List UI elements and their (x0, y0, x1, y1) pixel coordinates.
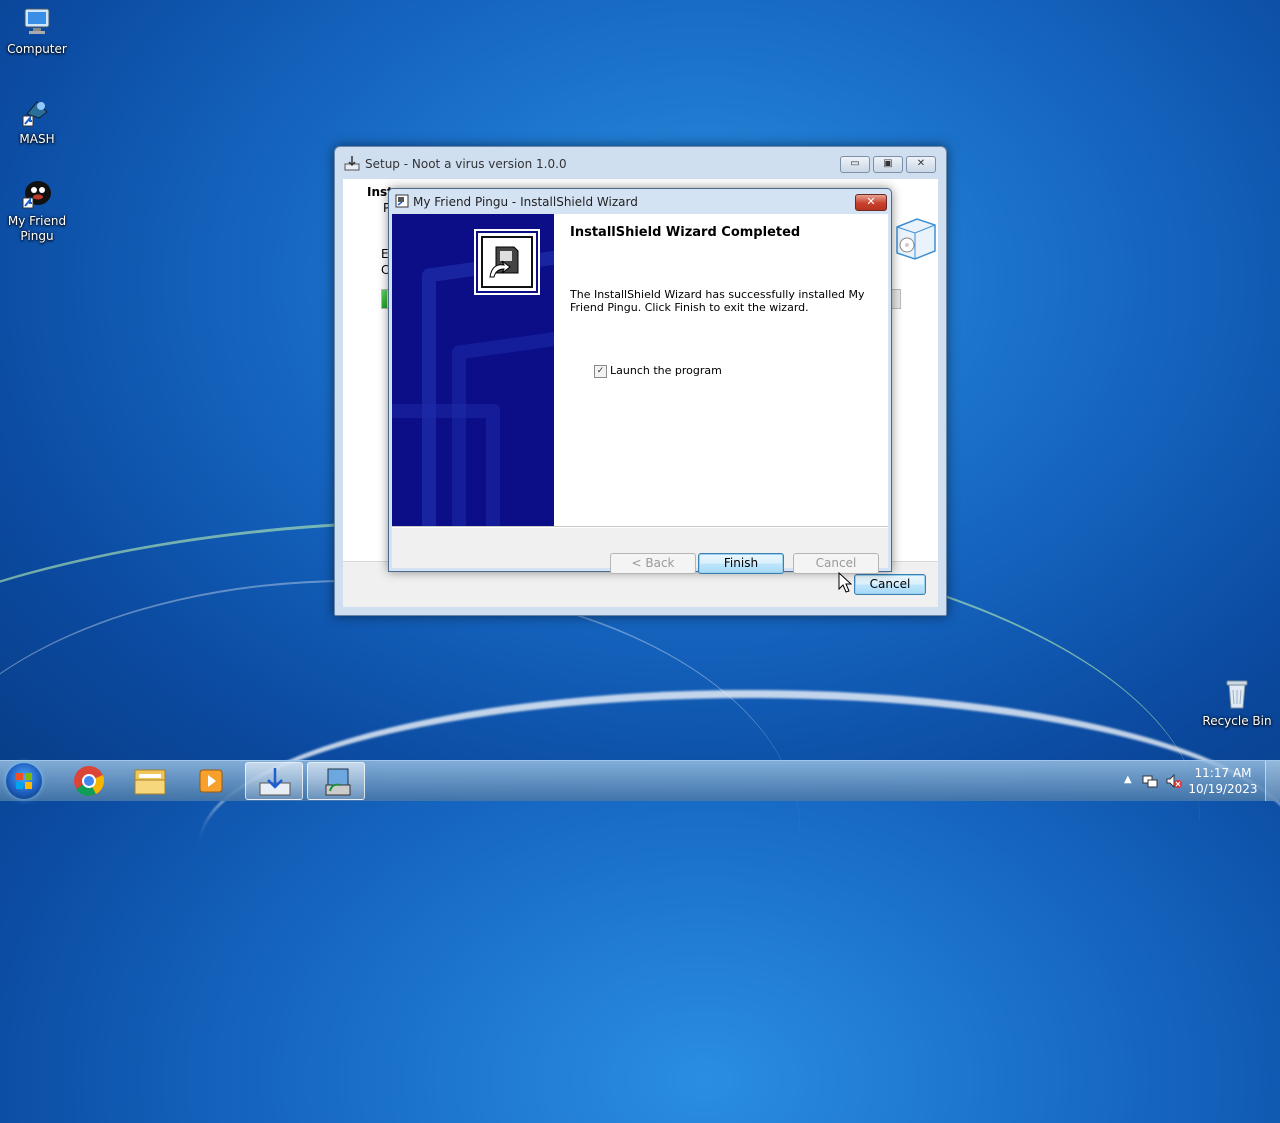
wizard-content: InstallShield Wizard Completed The Insta… (392, 214, 888, 574)
setup-box-icon (891, 213, 939, 261)
installshield-logo (476, 231, 538, 293)
setup-app-icon (344, 155, 360, 171)
desktop-icon-my-friend-pingu[interactable]: My Friend Pingu (0, 178, 74, 244)
volume-muted-icon[interactable] (1166, 773, 1182, 789)
windows-logo-icon (16, 773, 32, 789)
close-icon: ✕ (866, 195, 876, 208)
installshield-wizard-window[interactable]: My Friend Pingu - InstallShield Wizard ✕… (388, 188, 892, 574)
desktop-icon-label: Recycle Bin (1202, 714, 1272, 728)
setup-cancel-button[interactable]: Cancel (854, 574, 926, 595)
computer-icon (21, 6, 53, 38)
desktop-icon-label: Computer (7, 42, 67, 56)
desktop-icon-label: MASH (19, 132, 55, 146)
minimize-icon: ▭ (850, 158, 860, 169)
desktop-icon-computer[interactable]: Computer (0, 6, 74, 57)
installshield-icon (325, 768, 351, 796)
clock-date: 10/19/2023 (1188, 782, 1258, 796)
wizard-footer: < Back Finish Cancel (392, 526, 888, 574)
wizard-titlebar[interactable]: My Friend Pingu - InstallShield Wizard ✕ (389, 189, 891, 214)
finish-button[interactable]: Finish (698, 553, 784, 574)
desktop-icon-mash[interactable]: MASH (0, 96, 74, 147)
checkbox-checkmark-icon[interactable]: ✓ (594, 365, 607, 378)
desktop-icon-label: My Friend Pingu (7, 214, 67, 243)
start-button[interactable] (6, 763, 42, 799)
back-button[interactable]: < Back (610, 553, 696, 574)
recycle-bin-icon (1221, 678, 1253, 710)
wizard-message: The InstallShield Wizard has successfull… (570, 288, 865, 314)
close-button[interactable]: ✕ (906, 156, 936, 173)
wizard-side-banner (392, 214, 554, 526)
desktop-icon-recycle-bin[interactable]: Recycle Bin (1200, 678, 1274, 729)
taskbar-media-player[interactable] (182, 762, 240, 800)
maximize-icon: ▣ (883, 158, 893, 169)
wizard-cancel-button[interactable]: Cancel (793, 553, 879, 574)
setup-titlebar[interactable]: Setup - Noot a virus version 1.0.0 ▭ ▣ ✕ (335, 147, 946, 179)
maximize-button[interactable]: ▣ (873, 156, 903, 173)
taskbar-file-explorer[interactable] (121, 762, 179, 800)
setup-window-title: Setup - Noot a virus version 1.0.0 (365, 157, 567, 171)
folder-icon (134, 769, 166, 795)
media-player-icon (199, 769, 223, 793)
mouse-cursor-icon (838, 571, 853, 594)
network-icon[interactable] (1142, 773, 1158, 789)
clock-time: 11:17 AM (1194, 766, 1252, 780)
wizard-close-button[interactable]: ✕ (855, 194, 887, 211)
setup-installer-icon (259, 768, 291, 796)
wizard-window-title: My Friend Pingu - InstallShield Wizard (413, 195, 638, 209)
show-hidden-icons-button[interactable]: ▲ (1124, 774, 1132, 785)
wizard-heading: InstallShield Wizard Completed (570, 225, 801, 240)
taskbar-setup[interactable] (245, 762, 303, 800)
taskbar-chrome[interactable] (60, 762, 118, 800)
minimize-button[interactable]: ▭ (840, 156, 870, 173)
close-icon: ✕ (916, 158, 926, 169)
installshield-app-icon (395, 194, 409, 208)
pingu-shortcut-icon (21, 178, 53, 210)
setup-progress-fill (382, 290, 388, 308)
taskbar: ▲ 11:17 AM 10/19/2023 (0, 760, 1280, 801)
launch-program-label[interactable]: Launch the program (610, 364, 722, 377)
taskbar-clock[interactable]: 11:17 AM 10/19/2023 (1188, 765, 1258, 797)
mash-shortcut-icon (21, 96, 53, 128)
taskbar-installshield[interactable] (307, 762, 365, 800)
show-desktop-button[interactable] (1265, 761, 1280, 801)
chrome-icon (74, 766, 105, 796)
